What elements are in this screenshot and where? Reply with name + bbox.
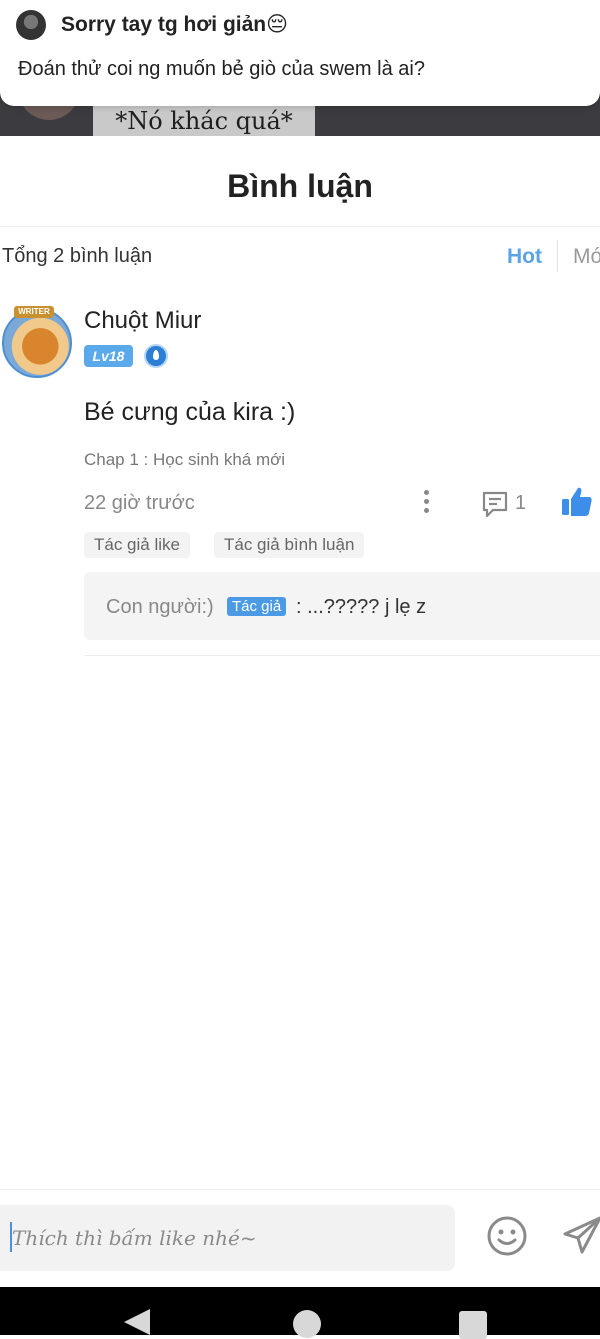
avatar-writer-tag: WRITER	[14, 306, 54, 318]
reply-text: : ...????? j lẹ z	[296, 596, 427, 618]
home-icon[interactable]	[293, 1310, 321, 1338]
username[interactable]: Chuột Miur	[84, 307, 201, 335]
notification-title: Sorry tay tg hơi giản😔	[61, 13, 289, 36]
comment-text: Bé cưng của kira :)	[84, 398, 296, 426]
composer-divider	[0, 1189, 600, 1190]
send-icon[interactable]	[562, 1214, 600, 1256]
reply-icon[interactable]	[480, 489, 510, 519]
reply-preview[interactable]: Con người:) Tác giả : ...????? j lẹ z	[84, 572, 600, 640]
author-tag-badge: Tác giả	[227, 597, 287, 616]
comment-divider	[84, 655, 600, 656]
notification-body: Đoán thử coi ng muốn bẻ giò của swem là …	[18, 58, 425, 80]
more-vertical-icon[interactable]	[418, 488, 434, 516]
thumbs-up-icon[interactable]	[560, 485, 594, 519]
sort-new-tab[interactable]: Mớ	[573, 245, 600, 269]
comment-input[interactable]	[0, 1205, 455, 1271]
chip-author-comment: Tác giả bình luận	[214, 532, 365, 558]
reply-author[interactable]: Con người:)	[106, 596, 214, 619]
emoji-icon[interactable]	[486, 1215, 528, 1257]
notification-card[interactable]: Sorry tay tg hơi giản😔 Đoán thử coi ng m…	[0, 0, 600, 106]
comment-chapter[interactable]: Chap 1 : Học sinh khá mới	[84, 450, 285, 470]
user-avatar[interactable]	[2, 308, 72, 378]
sort-hot-tab[interactable]: Hot	[507, 245, 542, 269]
background-caption: *Nó khác quá*	[115, 107, 293, 135]
level-badge: Lv18	[84, 345, 133, 367]
text-caret	[10, 1222, 12, 1252]
notification-avatar	[16, 10, 46, 40]
reply-count: 1	[515, 492, 527, 514]
background-caption-box: *Nó khác quá*	[93, 106, 315, 136]
sort-separator	[557, 240, 558, 272]
chip-author-like: Tác giả like	[84, 532, 190, 558]
back-icon[interactable]	[124, 1309, 150, 1335]
page-title: Bình luận	[227, 168, 373, 204]
rank-badge-icon	[144, 344, 168, 368]
header-divider	[0, 226, 600, 227]
comment-total: Tổng 2 bình luận	[2, 245, 153, 267]
comment-time: 22 giờ trước	[84, 492, 195, 514]
